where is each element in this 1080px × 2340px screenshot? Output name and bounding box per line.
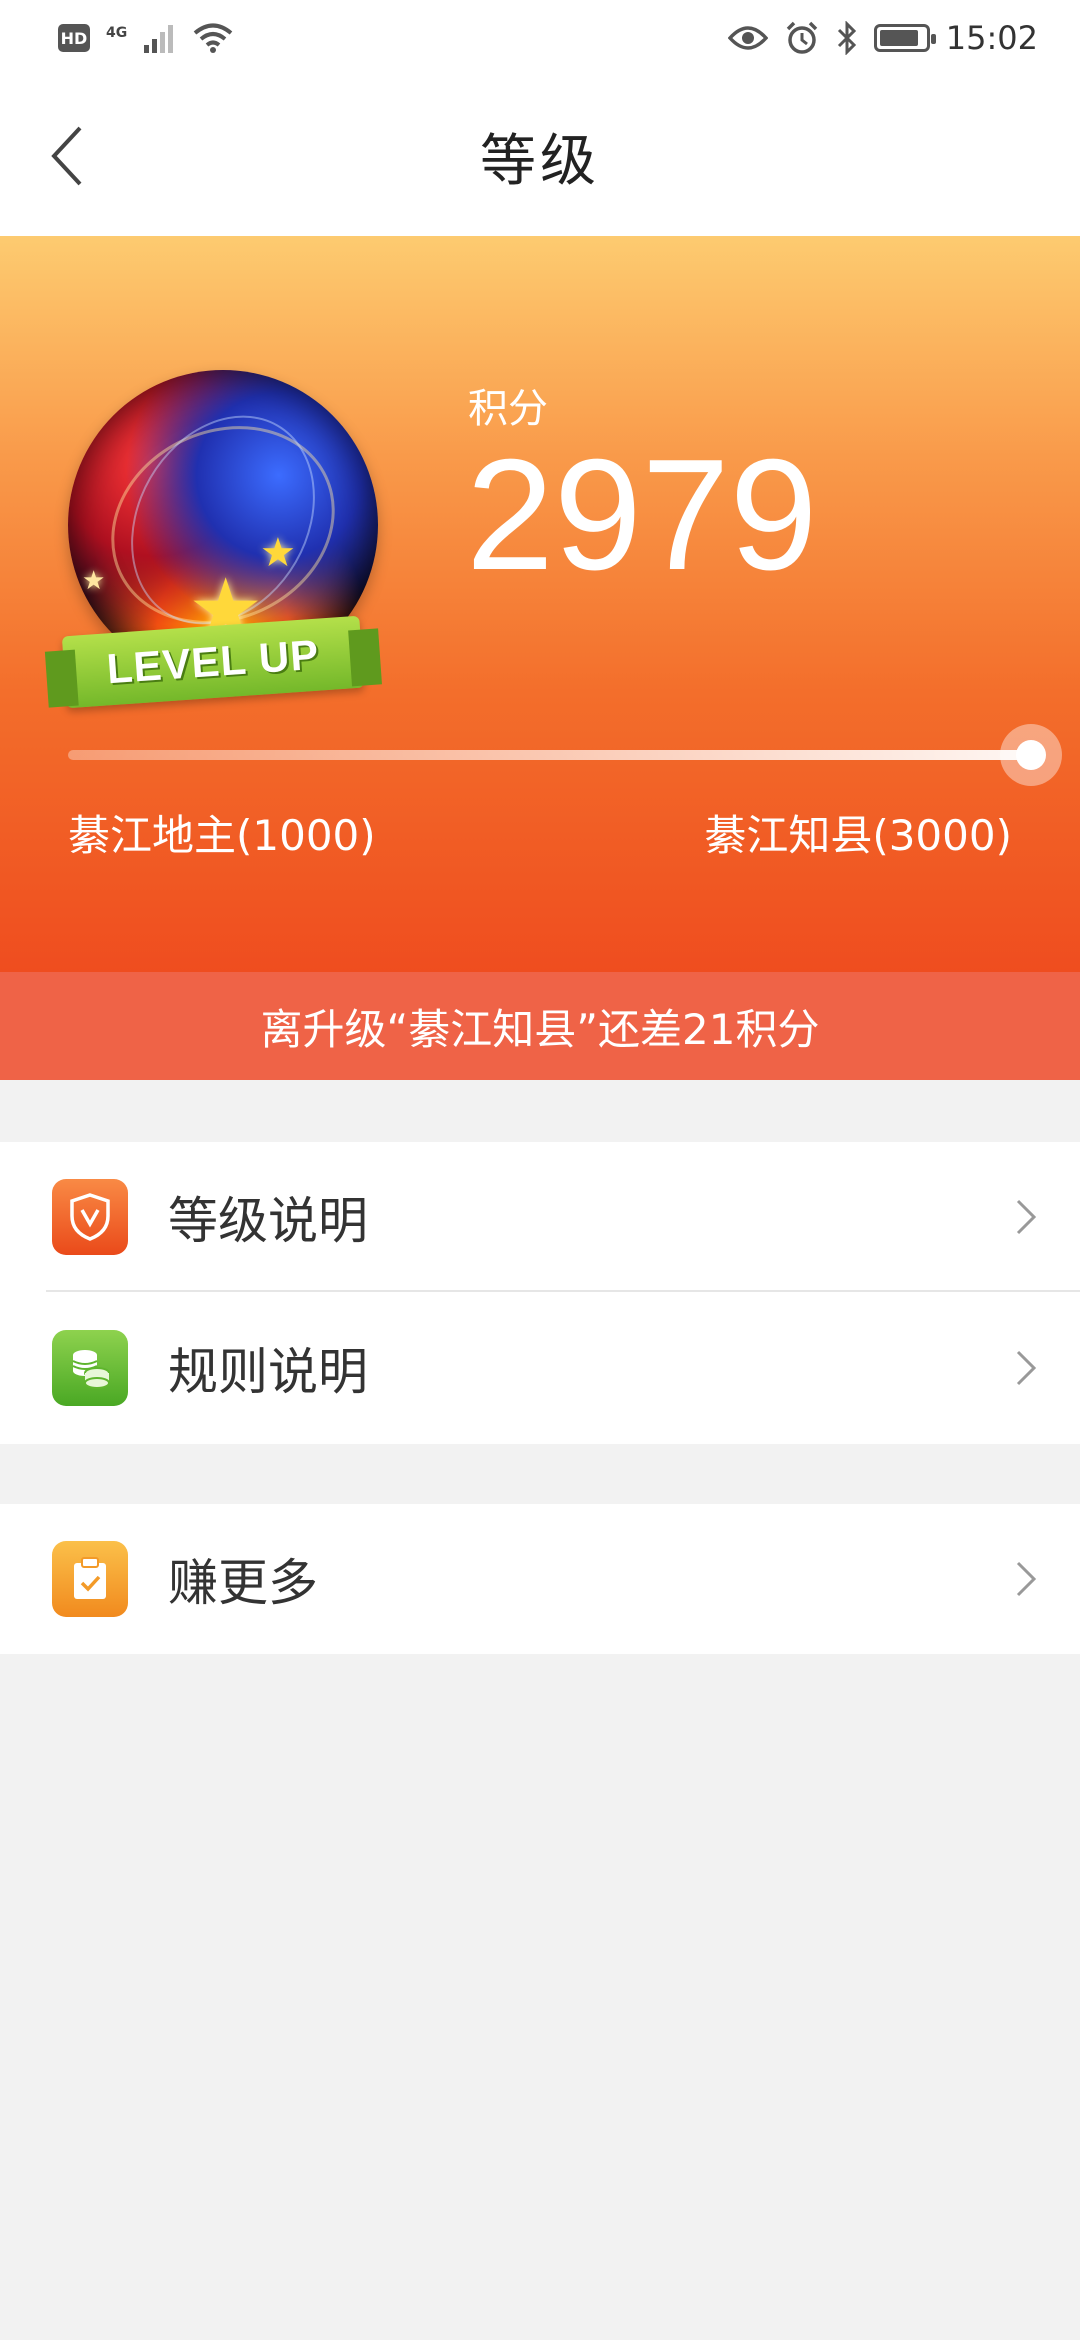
menu-item-rules-description[interactable]: 规则说明 xyxy=(0,1292,1080,1444)
wifi-icon xyxy=(193,23,233,53)
level-badge: ★ ★ ★ LEVEL UP xyxy=(61,370,378,710)
network-type: 4G xyxy=(106,25,128,41)
menu-group-info: 等级说明 规则说明 xyxy=(0,1142,1080,1444)
menu-item-label: 等级说明 xyxy=(168,1192,368,1250)
score-value: 2979 xyxy=(466,427,818,603)
shield-v-icon xyxy=(52,1179,128,1255)
menu-item-label: 规则说明 xyxy=(168,1343,368,1401)
chevron-right-icon xyxy=(1016,1199,1037,1235)
hd-icon: HD xyxy=(58,24,90,52)
battery-icon xyxy=(873,24,936,52)
menu-item-earn-more[interactable]: 赚更多 xyxy=(0,1504,1080,1654)
level-hero-card: ★ ★ ★ LEVEL UP 积分 2979 綦江地主(1000) 綦江知县(3… xyxy=(0,236,1080,972)
upgrade-hint-text: 离升级“綦江知县”还差21积分 xyxy=(260,1004,820,1054)
menu-item-level-description[interactable]: 等级说明 xyxy=(0,1142,1080,1292)
next-level-label: 綦江知县(3000) xyxy=(704,811,1012,860)
clipboard-check-icon xyxy=(52,1541,128,1617)
alarm-icon xyxy=(786,21,818,54)
eye-icon xyxy=(727,26,768,50)
progress-knob xyxy=(1000,724,1063,786)
current-level-label: 綦江地主(1000) xyxy=(68,811,376,860)
nav-bar: 等级 xyxy=(0,76,1080,236)
level-progress-bar xyxy=(68,724,1063,786)
page-title: 等级 xyxy=(480,128,600,194)
status-bar: HD 4G 15:02 xyxy=(0,0,1080,76)
star-icon: ★ xyxy=(82,566,106,596)
back-arrow-icon xyxy=(51,126,82,186)
back-button[interactable] xyxy=(26,116,106,196)
score-label: 积分 xyxy=(468,386,548,432)
chevron-right-icon xyxy=(1016,1350,1037,1386)
level-up-ribbon: LEVEL UP xyxy=(61,615,365,709)
signal-icon xyxy=(144,25,174,53)
clock: 15:02 xyxy=(945,19,1038,57)
chevron-right-icon xyxy=(1016,1561,1037,1597)
upgrade-hint-banner: 离升级“綦江知县”还差21积分 xyxy=(0,972,1080,1080)
menu-item-label: 赚更多 xyxy=(168,1554,318,1612)
bluetooth-icon xyxy=(837,21,856,55)
menu-group-earn: 赚更多 xyxy=(0,1504,1080,1654)
coins-icon xyxy=(52,1330,128,1406)
level-up-text: LEVEL UP xyxy=(105,630,321,693)
star-icon: ★ xyxy=(260,530,296,576)
